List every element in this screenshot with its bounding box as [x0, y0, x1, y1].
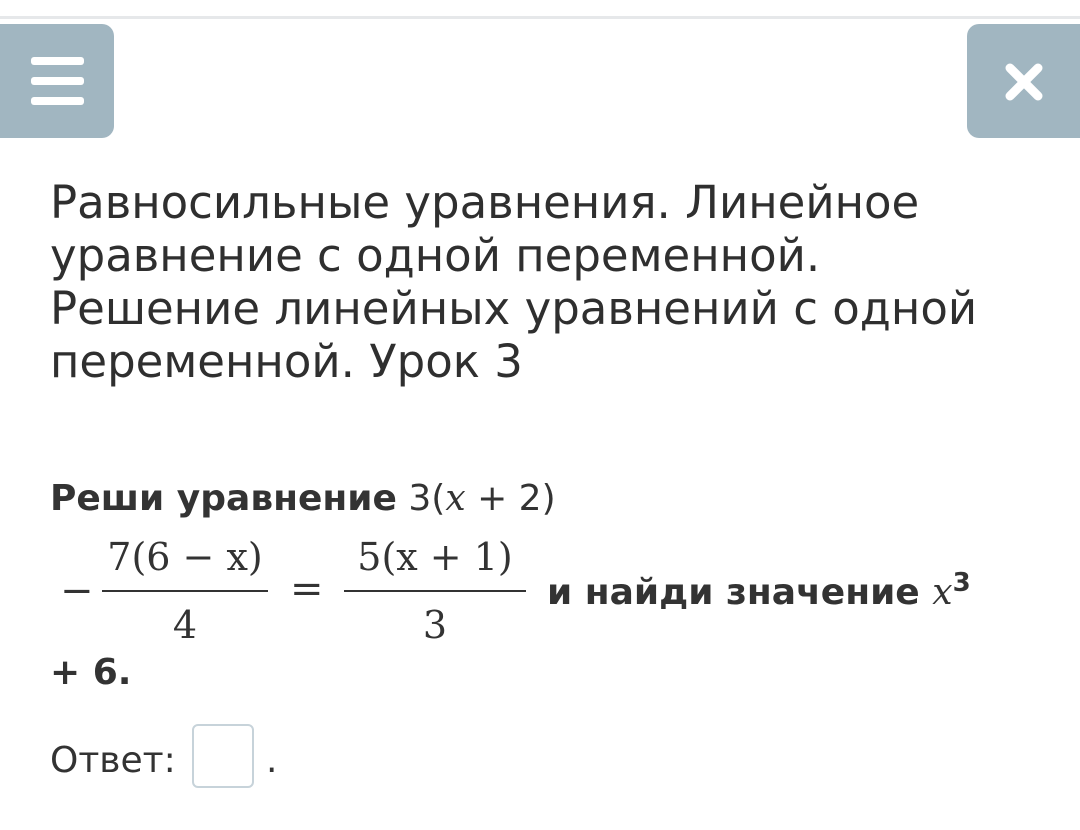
close-icon [1005, 63, 1043, 101]
answer-input[interactable] [192, 724, 254, 788]
close-button[interactable] [967, 24, 1080, 138]
menu-button[interactable] [0, 24, 114, 138]
variable-x: x [445, 478, 466, 519]
equation-lhs: 3(x + 2) [408, 478, 556, 519]
find-power: 3 [952, 568, 971, 598]
fraction-1-numerator: 7(6 − x) [107, 535, 263, 579]
fraction-2-numerator: 5(x + 1) [357, 535, 513, 579]
fraction-1-bar [102, 590, 268, 592]
fraction-1-denominator: 4 [172, 603, 198, 647]
task-instruction-line: Реши уравнение 3(x + 2) [50, 474, 1040, 524]
find-variable: x [932, 572, 953, 613]
fraction-2-bar [344, 590, 526, 592]
fraction-2: 5(x + 1) 3 [344, 530, 526, 652]
answer-label: Ответ: [50, 740, 176, 781]
task-instruction: Реши уравнение [50, 478, 397, 519]
fraction-2-denominator: 3 [422, 603, 448, 647]
lesson-title: Равносильные уравнения. Линейное уравнен… [50, 176, 978, 388]
answer-period: . [266, 740, 278, 781]
find-suffix: + 6. [50, 652, 132, 693]
top-divider [0, 16, 1080, 19]
equals-sign: = [290, 566, 324, 612]
find-value-text: и найди значение x3 [547, 568, 971, 613]
equation-formula: − 7(6 − x) 4 = 5(x + 1) 3 и найди значен… [50, 530, 1040, 650]
fraction-1: 7(6 − x) 4 [102, 530, 268, 652]
minus-sign: − [60, 568, 94, 614]
